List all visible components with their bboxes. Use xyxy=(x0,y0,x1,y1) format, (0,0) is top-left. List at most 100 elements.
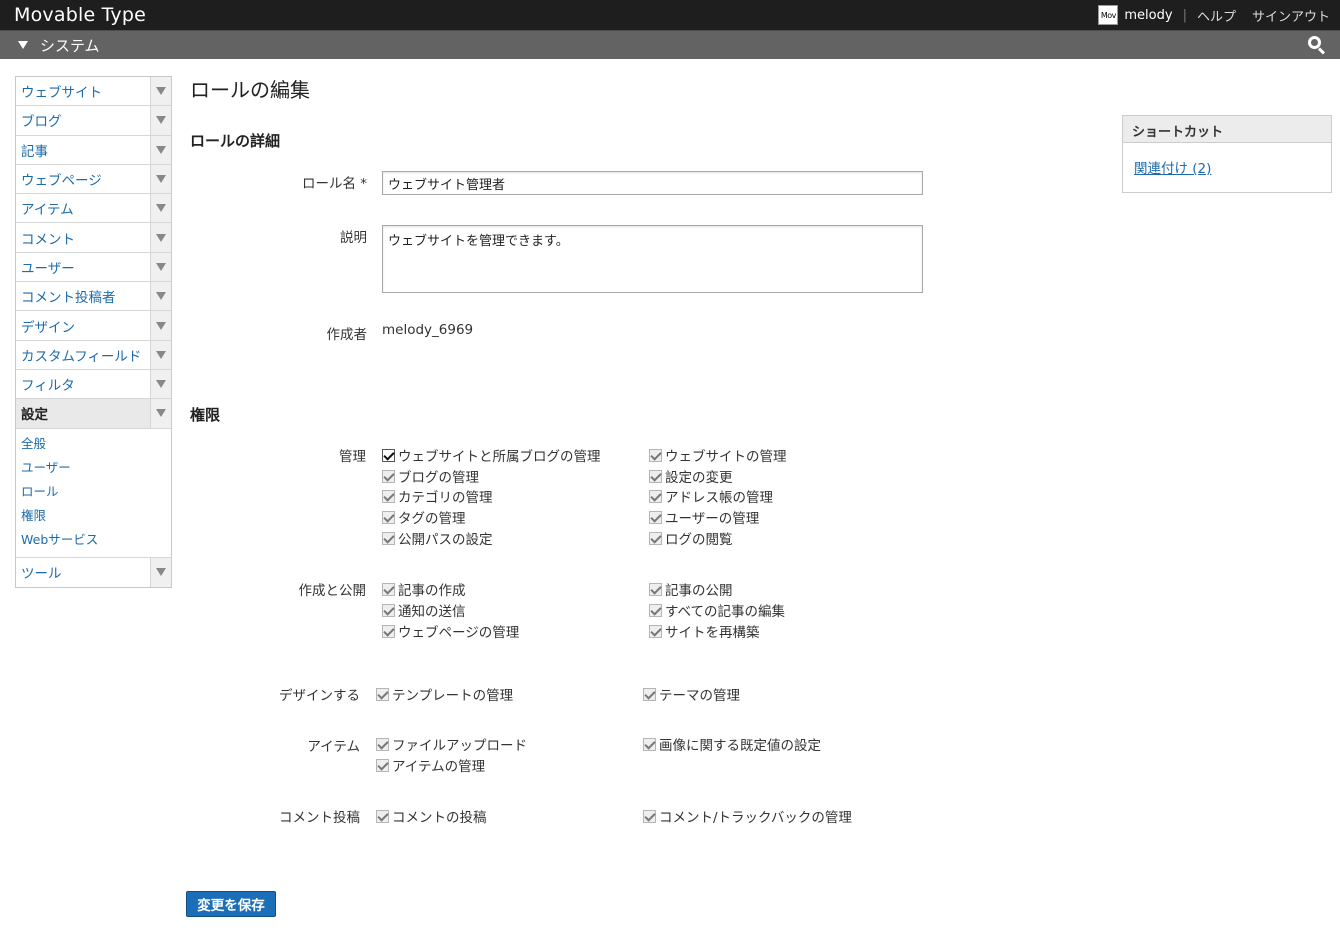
checkbox-checked-icon[interactable] xyxy=(649,489,662,503)
perm-checkbox[interactable]: ユーザーの管理 xyxy=(649,507,759,527)
perm-label[interactable]: タグの管理 xyxy=(398,507,466,527)
perm-label[interactable]: カテゴリの管理 xyxy=(398,486,493,506)
save-changes-button[interactable]: 変更を保存 xyxy=(186,891,276,917)
sidebar-item-label[interactable]: ウェブページ xyxy=(21,169,102,189)
perm-label[interactable]: ウェブサイトの管理 xyxy=(665,445,787,465)
checkbox-checked-icon[interactable] xyxy=(382,489,395,503)
checkbox-checked-icon[interactable] xyxy=(382,510,395,524)
perm-checkbox[interactable]: コメント/トラックバックの管理 xyxy=(643,806,852,826)
perm-checkbox[interactable]: ウェブページの管理 xyxy=(382,621,519,641)
sidebar-item-tools[interactable]: ツール xyxy=(16,557,171,587)
checkbox-checked-icon[interactable] xyxy=(382,531,395,545)
perm-checkbox[interactable]: 記事の公開 xyxy=(649,579,733,599)
sidebar-item-label[interactable]: ウェブサイト xyxy=(21,81,102,101)
perm-label[interactable]: ログの閲覧 xyxy=(665,528,733,548)
checkbox-checked-icon[interactable] xyxy=(382,624,395,638)
submenu-web-services[interactable]: Webサービス xyxy=(21,528,171,552)
sidebar-item-filters[interactable]: フィルタ xyxy=(16,369,171,400)
checkbox-checked-icon[interactable] xyxy=(649,510,662,524)
perm-label[interactable]: アドレス帳の管理 xyxy=(665,486,773,506)
checkbox-checked-icon[interactable] xyxy=(382,469,395,483)
checkbox-checked-icon[interactable] xyxy=(643,737,656,751)
sidebar-item-commenters[interactable]: コメント投稿者 xyxy=(16,282,171,312)
expand-arrow-icon[interactable] xyxy=(150,399,171,428)
checkbox-checked-icon[interactable] xyxy=(376,687,389,701)
perm-checkbox[interactable]: 公開パスの設定 xyxy=(382,528,493,548)
sidebar-item-entries[interactable]: 記事 xyxy=(16,135,171,165)
sidebar-item-label[interactable]: デザイン xyxy=(21,316,75,336)
perm-label[interactable]: 記事の作成 xyxy=(398,579,466,599)
user-name-link[interactable]: melody xyxy=(1124,8,1172,23)
perm-label[interactable]: アイテムの管理 xyxy=(392,755,485,775)
signout-link[interactable]: サインアウト xyxy=(1252,6,1330,25)
sidebar-item-label[interactable]: ブログ xyxy=(21,110,62,130)
perm-label[interactable]: ウェブサイトと所属ブログの管理 xyxy=(398,445,601,465)
perm-label[interactable]: テーマの管理 xyxy=(659,684,740,704)
perm-checkbox[interactable]: テンプレートの管理 xyxy=(376,684,513,704)
checkbox-checked-icon[interactable] xyxy=(376,809,389,823)
search-icon[interactable] xyxy=(1308,36,1326,55)
checkbox-checked-icon[interactable] xyxy=(649,448,662,462)
checkbox-checked-icon[interactable] xyxy=(643,809,656,823)
perm-checkbox[interactable]: タグの管理 xyxy=(382,507,466,527)
perm-label[interactable]: 公開パスの設定 xyxy=(398,528,493,548)
sidebar-item-label[interactable]: カスタムフィールド xyxy=(21,345,141,365)
perm-checkbox[interactable]: 設定の変更 xyxy=(649,466,733,486)
sidebar-item-label[interactable]: ユーザー xyxy=(21,257,75,277)
perm-checkbox[interactable]: アイテムの管理 xyxy=(376,755,485,775)
expand-arrow-icon[interactable] xyxy=(150,369,171,399)
perm-checkbox[interactable]: コメントの投稿 xyxy=(376,806,487,826)
sidebar-item-blogs[interactable]: ブログ xyxy=(16,106,171,136)
sidebar-item-custom-fields[interactable]: カスタムフィールド xyxy=(16,340,171,370)
role-name-input[interactable]: ウェブサイト管理者 xyxy=(382,171,923,195)
help-link[interactable]: ヘルプ xyxy=(1197,6,1236,25)
checkbox-checked-icon[interactable] xyxy=(649,624,662,638)
submenu-permissions[interactable]: 権限 xyxy=(21,504,171,528)
perm-label[interactable]: コメント/トラックバックの管理 xyxy=(659,806,852,826)
user-avatar[interactable]: Mov xyxy=(1098,5,1119,25)
expand-arrow-icon[interactable] xyxy=(150,106,171,135)
triangle-down-icon[interactable] xyxy=(18,41,28,49)
expand-arrow-icon[interactable] xyxy=(150,77,171,106)
perm-label[interactable]: ファイルアップロード xyxy=(392,734,527,754)
sidebar-item-assets[interactable]: アイテム xyxy=(16,194,171,224)
sidebar-item-users[interactable]: ユーザー xyxy=(16,252,171,283)
perm-checkbox[interactable]: ファイルアップロード xyxy=(376,734,527,754)
description-textarea[interactable]: ウェブサイトを管理できます。 xyxy=(382,225,923,293)
perm-label[interactable]: ブログの管理 xyxy=(398,466,479,486)
perm-label[interactable]: 通知の送信 xyxy=(398,600,466,620)
perm-checkbox[interactable]: テーマの管理 xyxy=(643,684,740,704)
checkbox-checked-icon[interactable] xyxy=(649,469,662,483)
checkbox-checked-icon[interactable] xyxy=(382,582,395,596)
sidebar-item-label[interactable]: コメント投稿者 xyxy=(21,286,116,306)
sidebar-item-settings[interactable]: 設定 xyxy=(16,399,171,429)
perm-label[interactable]: 記事の公開 xyxy=(665,579,733,599)
checkbox-checked-icon[interactable] xyxy=(382,603,395,617)
checkbox-checked-icon[interactable] xyxy=(376,758,389,772)
checkbox-checked-icon[interactable] xyxy=(376,737,389,751)
checkbox-checked-icon[interactable] xyxy=(643,687,656,701)
perm-label[interactable]: 設定の変更 xyxy=(665,466,733,486)
expand-arrow-icon[interactable] xyxy=(150,164,171,194)
perm-checkbox[interactable]: サイトを再構築 xyxy=(649,621,760,641)
expand-arrow-icon[interactable] xyxy=(150,194,171,223)
expand-arrow-icon[interactable] xyxy=(150,135,171,164)
perm-checkbox[interactable]: 通知の送信 xyxy=(382,600,466,620)
expand-arrow-icon[interactable] xyxy=(150,252,171,282)
checkbox-checked-icon[interactable] xyxy=(382,448,395,462)
checkbox-checked-icon[interactable] xyxy=(649,531,662,545)
perm-checkbox[interactable]: すべての記事の編集 xyxy=(649,600,785,620)
expand-arrow-icon[interactable] xyxy=(150,340,171,369)
scope-selector[interactable]: システム xyxy=(18,35,100,56)
expand-arrow-icon[interactable] xyxy=(150,282,171,311)
perm-label[interactable]: サイトを再構築 xyxy=(665,621,760,641)
sidebar-item-label[interactable]: 記事 xyxy=(21,140,48,160)
perm-checkbox[interactable]: カテゴリの管理 xyxy=(382,486,493,506)
perm-checkbox[interactable]: ウェブサイトと所属ブログの管理 xyxy=(382,445,601,465)
perm-label[interactable]: テンプレートの管理 xyxy=(392,684,513,704)
perm-checkbox[interactable]: 画像に関する既定値の設定 xyxy=(643,734,821,754)
sidebar-item-label[interactable]: コメント xyxy=(21,228,75,248)
sidebar-item-label[interactable]: アイテム xyxy=(21,198,74,218)
perm-checkbox[interactable]: ログの閲覧 xyxy=(649,528,733,548)
brand-logo[interactable]: Movable Type xyxy=(14,4,146,26)
